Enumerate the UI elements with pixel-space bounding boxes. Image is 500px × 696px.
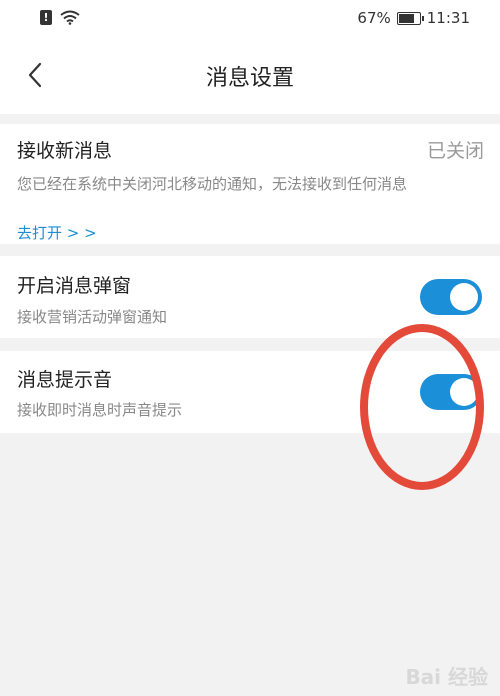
- open-settings-link[interactable]: 去打开 > >: [17, 222, 97, 243]
- toggle-knob: [450, 283, 478, 311]
- sound-toggle[interactable]: [420, 374, 482, 410]
- status-text: 已关闭: [426, 140, 484, 162]
- setting-receive-messages: 接收新消息 已关闭 您已经在系统中关闭河北移动的通知，无法接收到任何消息 去打开…: [0, 124, 500, 244]
- battery-icon: [396, 11, 424, 25]
- setting-title: 接收新消息: [17, 140, 113, 162]
- setting-description: 您已经在系统中关闭河北移动的通知，无法接收到任何消息: [17, 175, 408, 193]
- setting-message-popup: 开启消息弹窗 接收营销活动弹窗通知: [0, 256, 500, 338]
- setting-title: 消息提示音: [17, 369, 113, 391]
- setting-description: 接收营销活动弹窗通知: [17, 308, 168, 326]
- wifi-icon: [60, 10, 80, 25]
- clock: 11:31: [426, 9, 470, 27]
- toggle-knob: [450, 378, 478, 406]
- setting-title: 开启消息弹窗: [17, 275, 132, 297]
- battery-percent: 67%: [357, 9, 391, 27]
- setting-notification-sound: 消息提示音 接收即时消息时声音提示: [0, 351, 500, 433]
- page-title: 消息设置: [205, 66, 294, 91]
- setting-description: 接收即时消息时声音提示: [17, 401, 183, 419]
- sim-alert-icon: !: [40, 10, 52, 25]
- popup-toggle[interactable]: [420, 279, 482, 315]
- status-bar: ! 67% 11:31: [0, 0, 500, 38]
- status-right: 67% 11:31: [357, 9, 470, 27]
- status-left: !: [40, 10, 80, 25]
- watermark: Bai 经验: [405, 665, 488, 689]
- nav-header: 消息设置: [0, 38, 500, 114]
